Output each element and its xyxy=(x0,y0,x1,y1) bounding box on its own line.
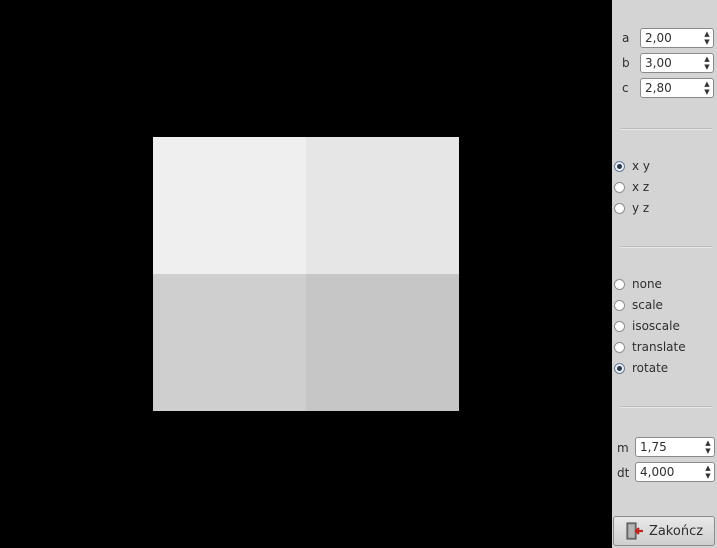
transform-option-label: rotate xyxy=(632,361,669,375)
transform-radio[interactable]: none xyxy=(614,275,662,293)
radio-indicator-icon[interactable] xyxy=(614,202,625,214)
b-label: b xyxy=(622,56,630,70)
plane-quad-bottom-right xyxy=(306,274,459,411)
exit-icon xyxy=(625,521,645,541)
b-spinbox[interactable]: 3,00 ▲ ▼ xyxy=(640,53,714,73)
m-label: m xyxy=(617,441,629,455)
plane-radio[interactable]: y z xyxy=(614,199,649,217)
spin-arrows-icon[interactable]: ▲ ▼ xyxy=(701,79,713,97)
radio-indicator-icon[interactable] xyxy=(614,299,625,311)
plane-option-label: x y xyxy=(632,159,651,173)
control-panel: a 2,00 ▲ ▼ b 3,00 ▲ ▼ c 2,80 ▲ ▼ x y x z y … xyxy=(612,0,717,548)
spin-arrows-icon[interactable]: ▲ ▼ xyxy=(701,29,713,47)
c-value[interactable]: 2,80 xyxy=(641,81,701,95)
transform-radio[interactable]: rotate xyxy=(614,359,668,377)
dt-label: dt xyxy=(617,466,630,480)
separator xyxy=(620,128,712,130)
dt-spinbox[interactable]: 4,000 ▲ ▼ xyxy=(635,462,715,482)
plane-option-label: x z xyxy=(632,180,650,194)
a-label: a xyxy=(622,31,630,45)
b-value[interactable]: 3,00 xyxy=(641,56,701,70)
spin-arrows-icon[interactable]: ▲ ▼ xyxy=(701,54,713,72)
a-value[interactable]: 2,00 xyxy=(641,31,701,45)
transform-option-label: none xyxy=(632,277,662,291)
c-label: c xyxy=(622,81,629,95)
radio-indicator-icon[interactable] xyxy=(614,160,625,172)
transform-radio[interactable]: translate xyxy=(614,338,686,356)
radio-indicator-icon[interactable] xyxy=(614,320,625,332)
plane-quad-top-right xyxy=(306,137,459,274)
m-spinbox[interactable]: 1,75 ▲ ▼ xyxy=(635,437,715,457)
m-value[interactable]: 1,75 xyxy=(636,440,702,454)
transform-option-label: translate xyxy=(632,340,686,354)
plane-radio[interactable]: x y xyxy=(614,157,650,175)
transform-radio[interactable]: isoscale xyxy=(614,317,680,335)
spin-arrows-icon[interactable]: ▲ ▼ xyxy=(702,463,714,481)
dt-value[interactable]: 4,000 xyxy=(636,465,702,479)
render-canvas xyxy=(0,0,612,548)
quit-button[interactable]: Zakończ xyxy=(613,516,715,546)
transform-option-label: isoscale xyxy=(632,319,680,333)
spin-arrows-icon[interactable]: ▲ ▼ xyxy=(702,438,714,456)
separator xyxy=(620,406,712,408)
plane-quad-top-left xyxy=(153,137,306,274)
plane-option-label: y z xyxy=(632,201,650,215)
c-spinbox[interactable]: 2,80 ▲ ▼ xyxy=(640,78,714,98)
a-spinbox[interactable]: 2,00 ▲ ▼ xyxy=(640,28,714,48)
plane-radio[interactable]: x z xyxy=(614,178,649,196)
radio-indicator-icon[interactable] xyxy=(614,181,625,193)
radio-indicator-icon[interactable] xyxy=(614,341,625,353)
plane-quad-bottom-left xyxy=(153,274,306,411)
quit-button-label: Zakończ xyxy=(648,523,704,539)
separator xyxy=(620,246,712,248)
transform-option-label: scale xyxy=(632,298,663,312)
transform-radio[interactable]: scale xyxy=(614,296,663,314)
radio-indicator-icon[interactable] xyxy=(614,362,625,374)
radio-indicator-icon[interactable] xyxy=(614,278,625,290)
